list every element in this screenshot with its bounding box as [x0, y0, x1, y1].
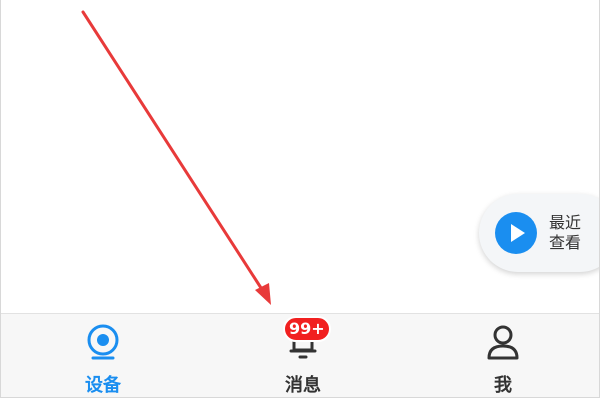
tab-devices-label: 设备	[85, 375, 121, 396]
tab-devices[interactable]: 设备	[43, 314, 163, 397]
tab-messages-label: 消息	[285, 375, 321, 396]
tab-me-label: 我	[494, 375, 512, 396]
play-icon	[495, 212, 537, 254]
unread-badge: 99+	[283, 316, 331, 342]
person-icon	[487, 325, 519, 360]
camera-icon	[87, 324, 119, 360]
recent-view-label: 最近查看	[549, 213, 582, 252]
tab-me[interactable]: 我	[443, 314, 563, 397]
recent-view-button[interactable]: 最近查看	[479, 194, 599, 272]
app-screen: 最近查看 设备 消息 我 99+	[0, 0, 600, 398]
